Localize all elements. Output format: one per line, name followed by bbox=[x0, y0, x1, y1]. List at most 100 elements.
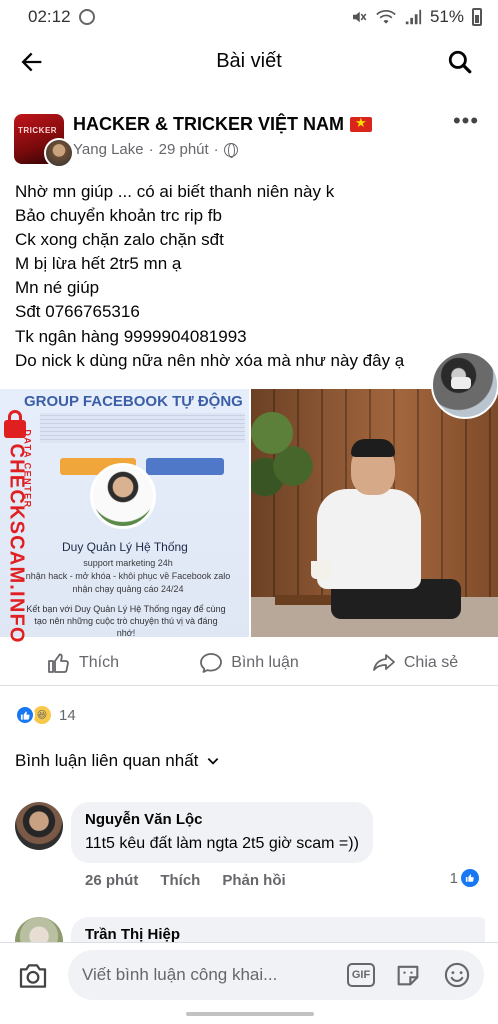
photo-profile-bio: support marketing 24h nhận hack - mở khó… bbox=[18, 557, 238, 596]
comment-sort-label: Bình luận liên quan nhất bbox=[15, 751, 199, 770]
comment-label: Bình luận bbox=[231, 653, 299, 671]
commenter-name[interactable]: Trần Thị Hiệp bbox=[85, 926, 481, 943]
post-body: Nhờ mn giúp ... có ai biết thanh niên nà… bbox=[15, 180, 485, 373]
photo-group-title: GROUP FACEBOOK TỰ ĐỘNG bbox=[24, 393, 243, 410]
overlay-face-mask bbox=[451, 377, 471, 389]
home-indicator[interactable] bbox=[186, 1012, 314, 1016]
comment-sort-dropdown[interactable]: Bình luận liên quan nhất bbox=[15, 751, 220, 771]
globe-icon bbox=[223, 142, 238, 158]
status-bar: 02:12 51% bbox=[0, 0, 498, 34]
commenter-avatar[interactable] bbox=[15, 802, 63, 850]
post-line: Ck xong chặn zalo chặn sđt bbox=[15, 230, 224, 250]
comment-item: Nguyễn Văn Lộc 11t5 kêu đất làm ngta 2t5… bbox=[15, 802, 485, 894]
overlay-avatar bbox=[431, 351, 498, 419]
photo-person-hair bbox=[351, 439, 395, 457]
status-icons: 51% bbox=[350, 7, 482, 27]
photo-cup bbox=[311, 561, 331, 579]
reaction-summary[interactable]: 😆 14 bbox=[15, 704, 76, 726]
comment-input[interactable] bbox=[82, 950, 342, 1000]
comment-composer: GIF bbox=[0, 942, 498, 1006]
battery-icon bbox=[472, 8, 482, 26]
comment-bubble: Nguyễn Văn Lộc 11t5 kêu đất làm ngta 2t5… bbox=[71, 802, 373, 863]
meta-separator: · bbox=[148, 141, 154, 158]
post-line: M bị lừa hết 2tr5 mn ạ bbox=[15, 254, 182, 274]
photo-plant bbox=[251, 389, 321, 499]
post-photo-screenshot[interactable]: GROUP FACEBOOK TỰ ĐỘNG Duy Quản Lý Hệ Th… bbox=[0, 389, 249, 637]
post-photo-portrait[interactable] bbox=[251, 389, 498, 637]
like-reaction-icon bbox=[461, 869, 479, 887]
post-line: Mn né giúp bbox=[15, 278, 100, 298]
post-line: Tk ngân hàng 9999904081993 bbox=[15, 326, 247, 346]
like-button[interactable]: Thích bbox=[0, 640, 166, 685]
photo-footer-text: Kết bạn với Duy Quản Lý Hệ Thống ngay để… bbox=[26, 604, 226, 637]
share-button[interactable]: Chia sẻ bbox=[332, 640, 498, 685]
photo-profile-name: Duy Quản Lý Hệ Thống bbox=[62, 540, 188, 554]
app-bar: Bài viết bbox=[0, 34, 498, 88]
chevron-down-icon bbox=[208, 758, 219, 765]
photo-person-body bbox=[317, 489, 421, 589]
comment-reply-button[interactable]: Phản hồi bbox=[222, 872, 285, 889]
post-line: Sđt 0766765316 bbox=[15, 302, 140, 322]
watermark-title: CHECKSCAM.INFO bbox=[5, 443, 28, 644]
post-line: Bảo chuyển khoản trc rip fb bbox=[15, 206, 222, 226]
author-name[interactable]: Yang Lake bbox=[73, 141, 144, 158]
smiley-icon bbox=[444, 962, 470, 988]
back-button[interactable] bbox=[14, 44, 50, 80]
back-arrow-icon bbox=[21, 52, 42, 72]
group-name[interactable]: HACKER & TRICKER VIỆT NAM bbox=[73, 114, 373, 135]
photo-bio-line: support marketing 24h bbox=[83, 558, 173, 568]
group-name-label: HACKER & TRICKER VIỆT NAM bbox=[73, 114, 345, 134]
reaction-count: 14 bbox=[59, 706, 76, 724]
mute-icon bbox=[352, 11, 367, 23]
photo-bio-line: nhận chạy quảng cáo 24/24 bbox=[72, 584, 184, 594]
photo-bio-line: nhận hack - mở khóa - khôi phục về Faceb… bbox=[25, 571, 231, 581]
search-icon bbox=[448, 50, 472, 74]
group-avatar-text: TRICKER bbox=[18, 126, 58, 135]
comment-like-button[interactable]: Thích bbox=[160, 872, 200, 889]
author-avatar[interactable] bbox=[44, 138, 74, 168]
battery-percent: 51% bbox=[429, 7, 464, 26]
more-options-button[interactable]: ••• bbox=[448, 110, 484, 140]
gif-label: GIF bbox=[351, 969, 371, 981]
comment-meta: 26 phút Thích Phản hồi bbox=[85, 872, 286, 889]
comment-text: 11t5 kêu đất làm ngta 2t5 giờ scam =)) bbox=[85, 835, 359, 852]
vietnam-flag-icon bbox=[350, 115, 373, 132]
search-button[interactable] bbox=[442, 44, 478, 80]
like-label: Thích bbox=[78, 653, 119, 671]
comment-input-container: GIF bbox=[68, 950, 484, 1000]
comment-like-count[interactable]: 1 bbox=[450, 869, 479, 887]
sticker-button[interactable] bbox=[394, 961, 422, 989]
post-photos: GROUP FACEBOOK TỰ ĐỘNG Duy Quản Lý Hệ Th… bbox=[0, 389, 498, 637]
sticker-icon bbox=[397, 965, 419, 986]
checkscam-watermark: DATA CENTER CHECKSCAM.INFO bbox=[2, 410, 36, 646]
share-label: Chia sẻ bbox=[403, 653, 459, 671]
more-dots-icon: ••• bbox=[452, 108, 480, 133]
post-line: Do nick k dùng nữa nên nhờ xóa mà như nà… bbox=[15, 350, 405, 370]
emoji-button[interactable] bbox=[443, 961, 471, 989]
gif-button[interactable]: GIF bbox=[347, 963, 375, 987]
post-header: TRICKER HACKER & TRICKER VIỆT NAM Yang L… bbox=[14, 110, 484, 168]
page-title: Bài viết bbox=[216, 49, 282, 72]
share-arrow-icon bbox=[372, 653, 395, 671]
post-meta: Yang Lake · 29 phút · bbox=[73, 141, 238, 158]
photo-blue-button bbox=[146, 458, 224, 475]
post-time[interactable]: 29 phút bbox=[159, 141, 209, 158]
photo-fine-print bbox=[40, 413, 245, 443]
like-reaction-icon bbox=[15, 705, 35, 725]
thumbs-up-icon bbox=[48, 653, 69, 673]
camera-button[interactable] bbox=[17, 960, 49, 992]
status-time: 02:12 bbox=[28, 7, 71, 26]
meta-separator: · bbox=[213, 141, 219, 158]
comment-time: 26 phút bbox=[85, 872, 139, 889]
photo-profile-picture bbox=[90, 463, 156, 529]
post-action-bar: Thích Bình luận Chia sẻ bbox=[0, 640, 498, 686]
messenger-icon bbox=[78, 9, 95, 25]
comment-like-count-label: 1 bbox=[449, 869, 458, 887]
camera-icon bbox=[19, 964, 47, 988]
signal-icon bbox=[405, 9, 422, 25]
wifi-icon bbox=[376, 10, 396, 24]
post-line: Nhờ mn giúp ... có ai biết thanh niên nà… bbox=[15, 182, 335, 201]
comment-button[interactable]: Bình luận bbox=[166, 640, 332, 685]
comment-bubble-icon bbox=[200, 652, 223, 673]
commenter-name[interactable]: Nguyễn Văn Lộc bbox=[85, 811, 359, 828]
